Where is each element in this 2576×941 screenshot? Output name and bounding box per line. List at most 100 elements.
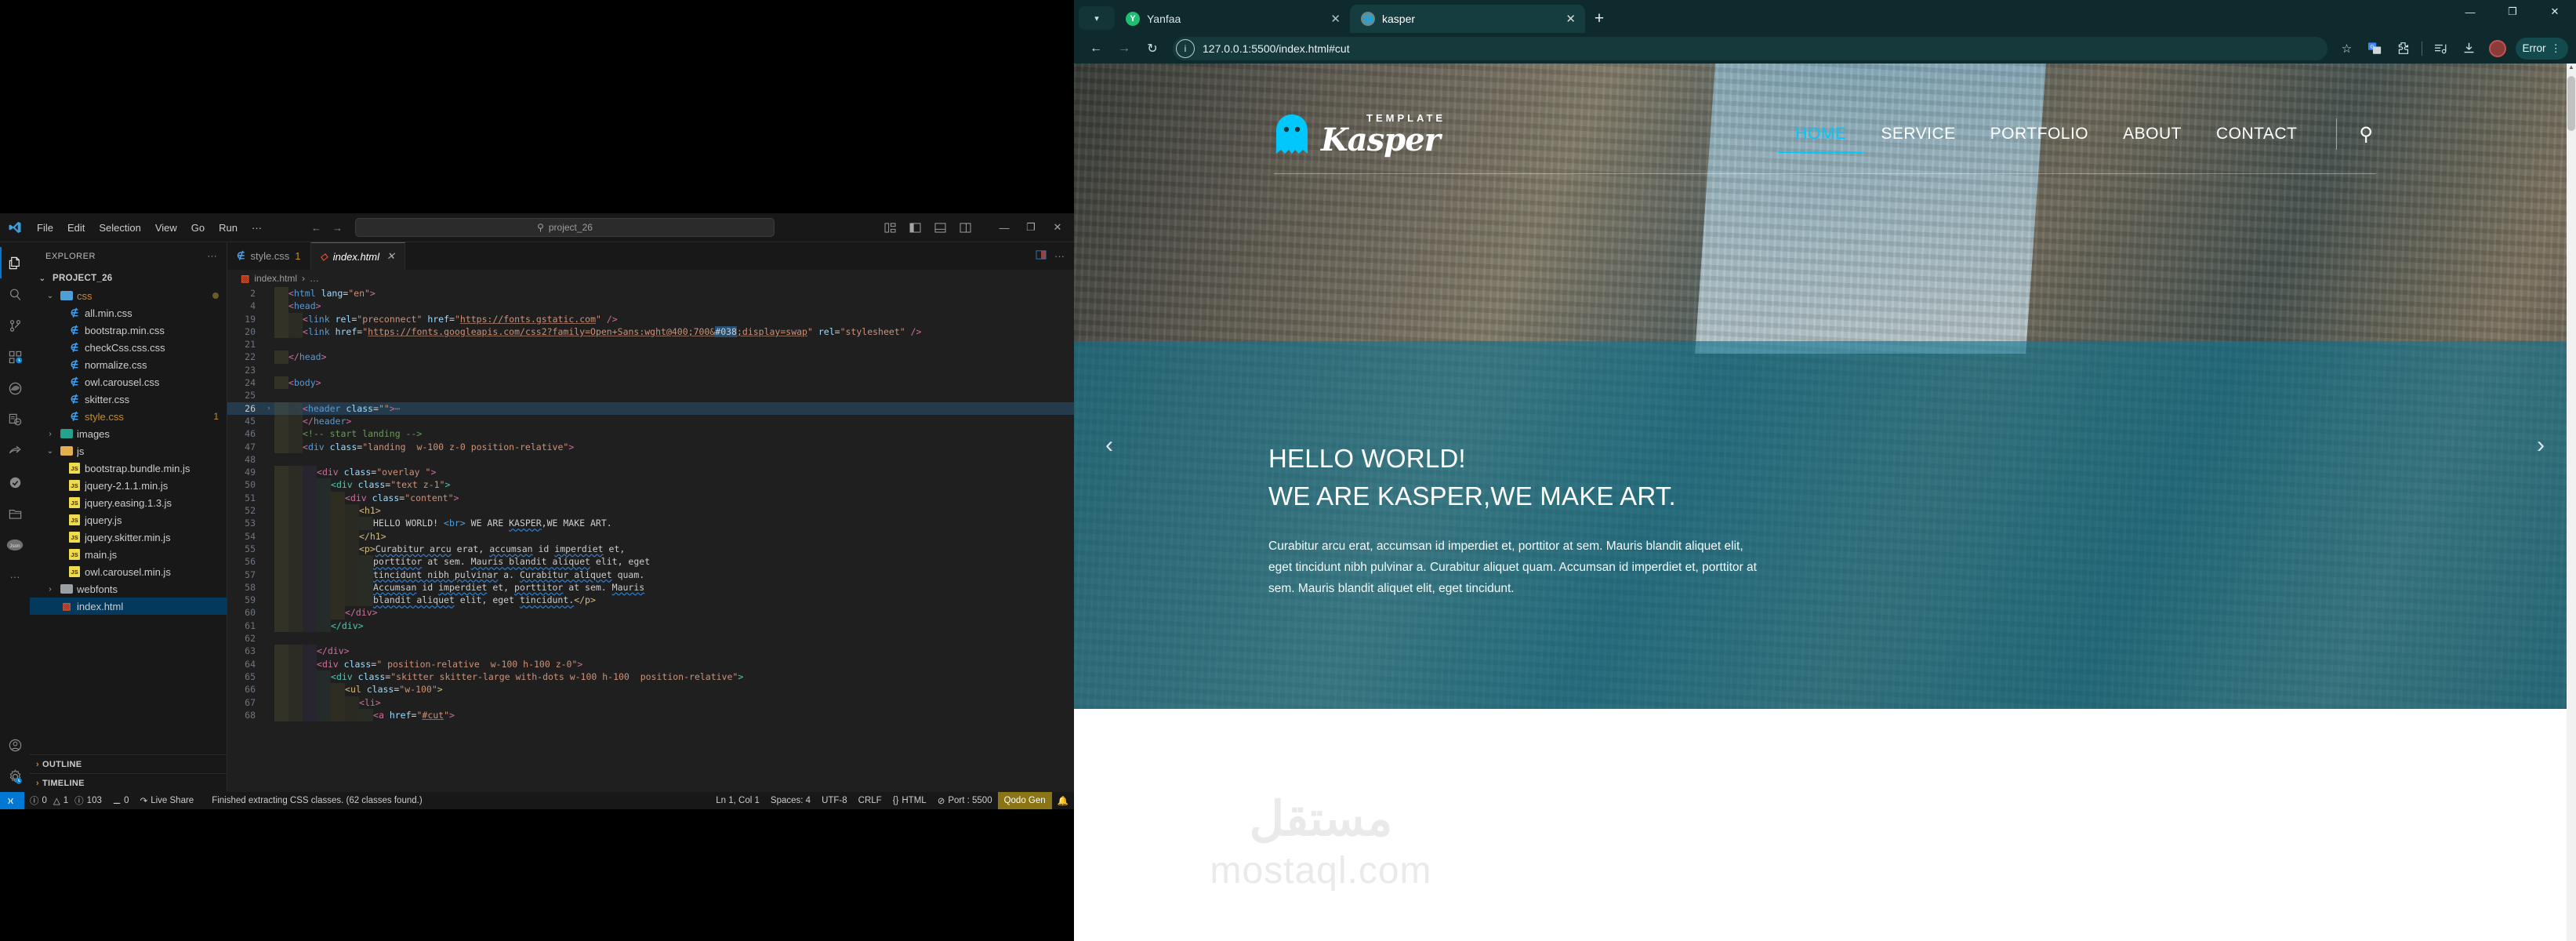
code-line[interactable]: 56 porttitor at sem. Mauris blandit aliq… (227, 555, 1074, 568)
tree-item-style-css[interactable]: ∉style.css1 (30, 408, 227, 425)
tree-item-images[interactable]: ›images (30, 425, 227, 442)
editor-tab-style-css[interactable]: ∉style.css1 (227, 242, 311, 270)
activity-explorer-icon[interactable] (0, 247, 30, 278)
slider-next-arrow[interactable]: › (2537, 432, 2545, 459)
bookmark-star-icon[interactable]: ☆ (2334, 36, 2360, 61)
tree-item-webfonts[interactable]: ›webfonts (30, 580, 227, 598)
explorer-more-actions-icon[interactable]: ··· (208, 252, 218, 261)
activity-json-icon[interactable]: Json (0, 529, 30, 561)
code-line[interactable]: 26› <header class="">⋯ (227, 402, 1074, 415)
profile-avatar[interactable] (2484, 36, 2511, 61)
activity-settings-gear-icon[interactable] (0, 761, 30, 792)
notifications-bell-icon[interactable]: 🔔 (1052, 795, 1074, 806)
activity-search-icon[interactable] (0, 278, 30, 310)
file-tree[interactable]: ⌄PROJECT_26⌄css∉all.min.css∉bootstrap.mi… (30, 270, 227, 754)
customize-layout-icon[interactable] (878, 216, 902, 239)
tree-root-project_26[interactable]: ⌄PROJECT_26 (30, 270, 227, 287)
code-line[interactable]: 47 <div class="landing w-100 z-0 positio… (227, 441, 1074, 453)
browser-reload-icon[interactable]: ↻ (1138, 36, 1166, 61)
window-close-button[interactable]: ✕ (1044, 216, 1071, 239)
browser-close-button[interactable]: ✕ (2534, 0, 2576, 24)
menu-go[interactable]: Go (184, 220, 212, 236)
chevron-down-icon[interactable]: ⌄ (44, 292, 56, 300)
nav-link-service[interactable]: SERVICE (1863, 101, 1972, 167)
remote-indicator[interactable] (0, 792, 24, 809)
code-line[interactable]: 60 </div> (227, 606, 1074, 619)
browser-forward-icon[interactable]: → (1110, 36, 1138, 61)
downloads-icon[interactable] (2456, 36, 2483, 61)
fold-chevron-icon[interactable]: › (263, 402, 274, 415)
activity-account-icon[interactable] (0, 729, 30, 761)
qodo-gen-button[interactable]: Qodo Gen (998, 792, 1052, 809)
tree-item-owl-carousel-min-js[interactable]: JSowl.carousel.min.js (30, 563, 227, 580)
activity-todo-check-icon[interactable] (0, 467, 30, 498)
code-line[interactable]: 58 Accumsan id imperdiet et, porttitor a… (227, 581, 1074, 594)
tree-item-skitter-css[interactable]: ∉skitter.css (30, 391, 227, 408)
editor-tab-index-html[interactable]: ◇index.html✕ (311, 242, 405, 270)
browser-back-icon[interactable]: ← (1082, 36, 1110, 61)
code-line[interactable]: 46 <!-- start landing --> (227, 427, 1074, 440)
menu-selection[interactable]: Selection (92, 220, 147, 236)
toggle-panel-icon[interactable] (928, 216, 952, 239)
code-line[interactable]: 59 blandit aliquet elit, eget tincidunt.… (227, 594, 1074, 606)
tree-item-normalize-css[interactable]: ∉normalize.css (30, 356, 227, 373)
code-line[interactable]: 65 <div class="skitter skitter-large wit… (227, 670, 1074, 683)
tree-item-index-html[interactable]: ▧index.html (30, 598, 227, 615)
nav-link-about[interactable]: ABOUT (2106, 101, 2199, 167)
code-line[interactable]: 21 (227, 338, 1074, 351)
activity-source-control-icon[interactable] (0, 310, 30, 341)
editor-tabs-actions[interactable]: ··· (1036, 242, 1074, 270)
code-line[interactable]: 2 <html lang="en"> (227, 287, 1074, 300)
code-line[interactable]: 64 <div class=" position-relative w-100 … (227, 658, 1074, 670)
chevron-right-icon[interactable]: › (44, 585, 56, 594)
ports-indicator[interactable]: ⚊ 0 (107, 795, 135, 806)
menu-run[interactable]: Run (212, 220, 245, 236)
tab-search-chevron-icon[interactable]: ▾ (1079, 6, 1115, 30)
code-line[interactable]: 55 <p>Curabitur arcu erat, accumsan id i… (227, 543, 1074, 555)
code-line[interactable]: 20 <link href="https://fonts.googleapis.… (227, 325, 1074, 338)
activity-folder-icon[interactable] (0, 498, 30, 529)
media-control-icon[interactable] (2428, 36, 2454, 61)
editor-tabs[interactable]: ∉style.css1◇index.html✕ ··· (227, 242, 1074, 270)
back-arrow-icon[interactable]: ← (311, 222, 321, 234)
code-line[interactable]: 57 tincidunt nibh pulvinar a. Curabitur … (227, 569, 1074, 581)
tree-item-main-js[interactable]: JSmain.js (30, 546, 227, 563)
outline-panel-header[interactable]: › OUTLINE (30, 754, 227, 773)
browser-menu-icon[interactable]: ⋮ (2551, 42, 2562, 55)
encoding-setting[interactable]: UTF-8 (816, 796, 853, 805)
code-line[interactable]: 24 <body> (227, 376, 1074, 389)
activity-testing-icon[interactable] (0, 404, 30, 435)
code-line[interactable]: 63 </div> (227, 645, 1074, 657)
code-line[interactable]: 62 (227, 632, 1074, 645)
toggle-secondary-sidebar-icon[interactable] (953, 216, 977, 239)
site-logo[interactable]: TEMPLATE Kasper (1274, 113, 1446, 156)
window-maximize-button[interactable]: ❐ (1018, 216, 1044, 239)
nav-link-home[interactable]: HOME (1778, 101, 1863, 167)
vscode-menubar[interactable]: File Edit Selection View Go Run ··· (30, 220, 269, 236)
activity-more-icon[interactable]: ··· (0, 561, 30, 592)
browser-maximize-button[interactable]: ❐ (2491, 0, 2534, 24)
new-tab-button[interactable]: + (1585, 5, 1613, 33)
tree-item-owl-carousel-css[interactable]: ∉owl.carousel.css (30, 373, 227, 391)
toggle-primary-sidebar-icon[interactable] (903, 216, 927, 239)
tree-item-jquery-2-1-1-min-js[interactable]: JSjquery-2.1.1.min.js (30, 477, 227, 494)
window-minimize-button[interactable]: — (991, 216, 1018, 239)
scroll-up-arrow-icon[interactable]: ▲ (2567, 64, 2576, 74)
close-tab-icon[interactable]: ✕ (1330, 12, 1341, 26)
timeline-panel-header[interactable]: › TIMELINE (30, 773, 227, 792)
site-info-icon[interactable]: i (1176, 39, 1195, 58)
code-line[interactable]: 48 (227, 453, 1074, 466)
browser-tab-kasper[interactable]: 🌐 kasper ✕ (1350, 5, 1585, 33)
tree-item-css[interactable]: ⌄css (30, 287, 227, 304)
live-share-button[interactable]: ↷ Live Share (135, 795, 200, 806)
command-search-input[interactable]: ⚲ project_26 (355, 218, 775, 237)
editor-more-actions-icon[interactable]: ··· (1054, 250, 1065, 262)
breadcrumb[interactable]: ▧ index.html › … (227, 270, 1074, 287)
code-line[interactable]: 19 <link rel="preconnect" href="https://… (227, 313, 1074, 325)
code-line[interactable]: 51 <div class="content"> (227, 492, 1074, 504)
browser-tab-yanfaa[interactable]: Y Yanfaa ✕ (1115, 5, 1350, 33)
chevron-right-icon[interactable]: › (44, 430, 56, 438)
code-line[interactable]: 23 (227, 364, 1074, 376)
code-line[interactable]: 68 <a href="#cut"> (227, 709, 1074, 721)
tree-item-jquery-skitter-min-js[interactable]: JSjquery.skitter.min.js (30, 529, 227, 546)
